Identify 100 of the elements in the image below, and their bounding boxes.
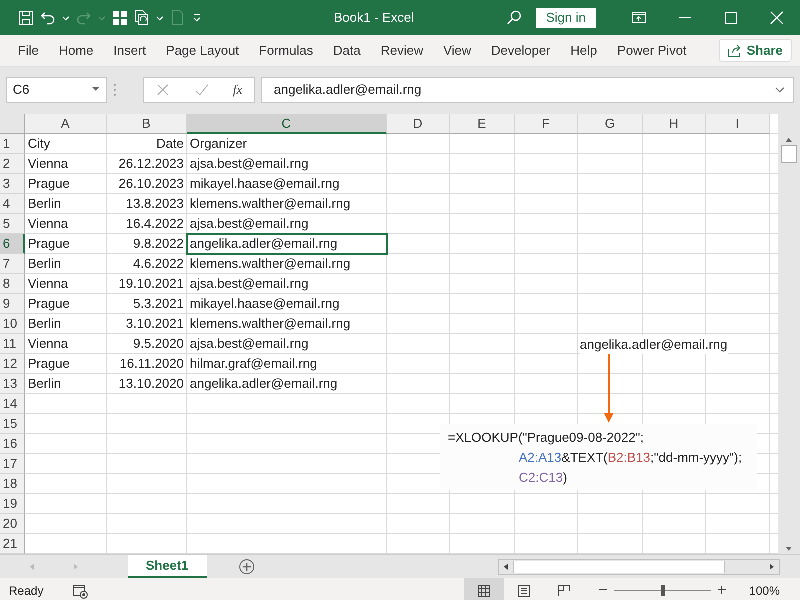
row-header[interactable]: 11 [0, 334, 25, 354]
row-header[interactable]: 9 [0, 294, 25, 314]
row-header[interactable]: 12 [0, 354, 25, 374]
ribbon-tab[interactable]: Data [323, 36, 371, 64]
row-header[interactable]: 5 [0, 214, 25, 234]
row-header[interactable]: 1 [0, 134, 25, 154]
column-header[interactable]: E [450, 114, 515, 134]
column-header[interactable]: A [25, 114, 107, 134]
add-sheet-icon[interactable] [238, 558, 255, 574]
column-header[interactable]: F [515, 114, 578, 134]
sign-in-button[interactable]: Sign in [536, 8, 596, 28]
column-header[interactable]: C [187, 114, 387, 134]
ribbon-tab[interactable]: Developer [481, 36, 561, 64]
table-cell-text: Vienna [27, 275, 70, 293]
row-header[interactable]: 20 [0, 514, 25, 534]
expand-icon[interactable] [775, 86, 785, 92]
ribbon-tab[interactable]: Review [370, 36, 434, 64]
insert-function-button[interactable]: fx [233, 82, 243, 98]
sheet-tab[interactable]: Sheet1 [128, 555, 207, 578]
ribbon-tab[interactable]: Page Layout [156, 36, 250, 64]
table-cell-text: 13.8.2023 [125, 195, 185, 213]
formula-input[interactable]: angelika.adler@email.rng [261, 76, 794, 102]
share-button[interactable]: Share [718, 39, 792, 62]
table-cell-text: 19.10.2021 [118, 275, 185, 293]
arrow [603, 354, 615, 424]
table-cell-text: angelika.adler@email.rng [189, 375, 339, 393]
maximize-icon[interactable] [723, 10, 739, 26]
row-header[interactable]: 14 [0, 394, 25, 414]
caret-icon[interactable] [62, 14, 70, 22]
row-header[interactable]: 19 [0, 494, 25, 514]
scroll-thumb[interactable] [781, 145, 797, 163]
grid-icon[interactable] [112, 10, 128, 26]
table-cell-text: Prague [27, 295, 71, 313]
row-header[interactable]: 2 [0, 154, 25, 174]
column-header[interactable]: H [643, 114, 706, 134]
column-header[interactable]: B [107, 114, 187, 134]
row-header[interactable]: 8 [0, 274, 25, 294]
table-cell-text: 4.6.2022 [132, 255, 185, 273]
window-title: Book1 - Excel [333, 10, 416, 25]
ribbon-tab[interactable]: Formulas [249, 36, 324, 64]
table-cell-text: 9.5.2020 [132, 335, 185, 353]
formula-note: =XLOOKUP("Prague09-08-2022"; A2:A13&TEXT(B2:B13;"dd-mm-yyyy"); C2:C13) [440, 424, 757, 490]
customize-icon[interactable] [192, 12, 202, 22]
ribbon-tab[interactable]: Insert [104, 36, 156, 64]
row-header[interactable]: 4 [0, 194, 25, 214]
undo-icon[interactable] [40, 10, 56, 26]
table-cell-text: 9.8.2022 [132, 235, 185, 253]
view-button[interactable] [464, 578, 504, 600]
row-header[interactable]: 16 [0, 434, 25, 454]
row-header[interactable]: 17 [0, 454, 25, 474]
ribbon-tab[interactable]: File [8, 36, 49, 64]
name-box[interactable]: C6 [6, 76, 107, 102]
table-cell-text: mikayel.haase@email.rng [189, 175, 341, 193]
column-header[interactable]: D [387, 114, 450, 134]
table-cell-text: hilmar.graf@email.rng [189, 355, 318, 373]
macro-record-icon[interactable] [72, 582, 88, 598]
row-header[interactable]: 13 [0, 374, 25, 394]
table-cell-text: Vienna [27, 215, 70, 233]
row-header[interactable]: 3 [0, 174, 25, 194]
table-cell-text: Prague [27, 235, 71, 253]
table-cell-text: 13.10.2020 [118, 375, 185, 393]
ribbon-display-icon[interactable] [631, 10, 647, 26]
row-header[interactable]: 21 [0, 534, 25, 554]
table-cell-text: ajsa.best@email.rng [189, 155, 310, 173]
row-header[interactable]: 18 [0, 474, 25, 494]
grid-icon [477, 584, 492, 598]
table-cell-text: Berlin [27, 375, 62, 393]
table-cell-text: Organizer [189, 135, 248, 153]
row-header[interactable]: 10 [0, 314, 25, 334]
horizontal-scrollbar[interactable] [498, 558, 780, 574]
close-icon[interactable] [769, 10, 785, 26]
table-cell-text: Date [156, 135, 185, 153]
table-cell-text: ajsa.best@email.rng [189, 215, 310, 233]
table-cell: angelika.adler@email.rng [580, 335, 728, 354]
page-break-icon [557, 584, 572, 598]
table-cell-text: 5.3.2021 [132, 295, 185, 313]
row-header[interactable]: 6 [0, 234, 25, 254]
row-header[interactable]: 7 [0, 254, 25, 274]
table-cell-text: 3.10.2021 [125, 315, 185, 333]
column-header[interactable]: I [706, 114, 770, 134]
table-cell-text: 16.4.2022 [125, 215, 185, 233]
ribbon-tab[interactable]: View [433, 36, 482, 64]
ribbon-tab[interactable]: Help [560, 36, 608, 64]
ribbon-tab[interactable]: Home [48, 36, 104, 64]
document-icon[interactable] [134, 10, 150, 26]
table-cell-text: Prague [27, 175, 71, 193]
zoom-level[interactable]: 100% [749, 584, 780, 598]
selected-cell[interactable]: angelika.adler@email.rng [187, 234, 387, 254]
table-cell-text: Berlin [27, 255, 62, 273]
column-header[interactable]: G [578, 114, 643, 134]
table-cell-text: Vienna [27, 335, 70, 353]
table-cell-text: Vienna [27, 155, 70, 173]
caret-icon[interactable] [156, 14, 164, 22]
save-icon[interactable] [18, 10, 34, 26]
table-cell-text: 26.12.2023 [118, 155, 185, 173]
ribbon-tab[interactable]: Power Pivot [607, 36, 697, 64]
table-cell-text: ajsa.best@email.rng [189, 275, 310, 293]
grip-icon [113, 82, 117, 98]
row-header[interactable]: 15 [0, 414, 25, 434]
search-icon[interactable] [506, 10, 522, 26]
